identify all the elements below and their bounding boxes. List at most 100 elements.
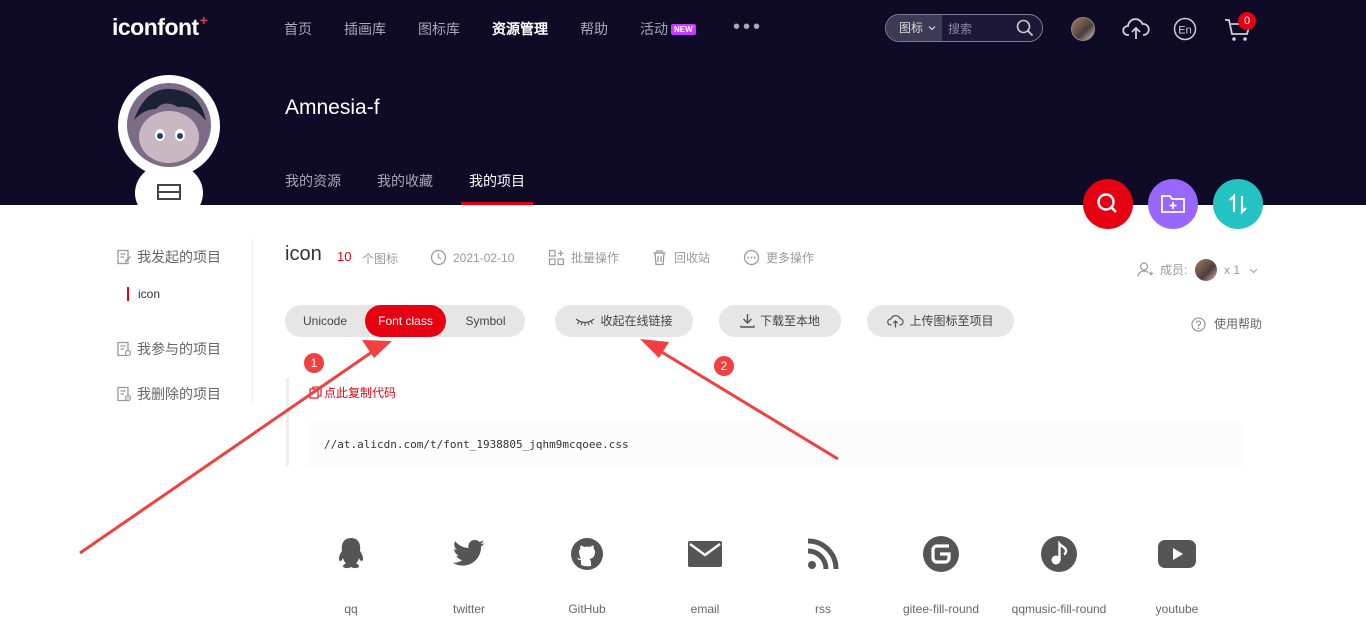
search-input[interactable]	[946, 17, 1020, 41]
tab-my-projects[interactable]: 我的项目	[469, 171, 525, 191]
qq-icon	[338, 538, 364, 569]
tab-symbol[interactable]: Symbol	[446, 305, 525, 337]
members-icon	[1137, 262, 1153, 277]
iconfont-logo[interactable]: iconfont+	[112, 12, 208, 41]
nav-resource-management[interactable]: 资源管理	[492, 19, 548, 39]
tab-unicode[interactable]: Unicode	[285, 305, 365, 337]
icon-card-qq[interactable]: qq	[291, 530, 411, 616]
nav-activity-label: 活动	[640, 21, 668, 37]
add-folder-fab-button[interactable]	[1148, 179, 1198, 229]
annotation-marker-1	[304, 353, 324, 373]
copy-icon	[309, 386, 322, 399]
search-fab-button[interactable]	[1083, 179, 1133, 229]
youtube-icon	[1158, 540, 1196, 568]
icon-card-youtube[interactable]: youtube	[1117, 530, 1237, 616]
annotation-arrow-1-head	[362, 340, 392, 358]
icon-name: GitHub	[568, 602, 606, 616]
more-operations-button[interactable]: 更多操作	[743, 249, 814, 266]
members-count: x 1	[1224, 263, 1241, 277]
nav-icon-library[interactable]: 图标库	[418, 19, 460, 39]
eye-closed-icon	[576, 318, 595, 326]
icon-name: qqmusic-fill-round	[1011, 602, 1107, 616]
profile-avatar	[118, 75, 220, 207]
sidebar-label: 我发起的项目	[137, 249, 221, 265]
icon-card-gitee-fill-round[interactable]: gitee-fill-round	[881, 530, 1001, 616]
icon-card-email[interactable]: email	[645, 530, 765, 616]
upload-cloud-icon	[887, 315, 905, 328]
upload-cloud-icon[interactable]	[1122, 15, 1150, 41]
gitee-fill-round-icon	[923, 536, 959, 572]
nav-help[interactable]: 帮助	[580, 19, 608, 39]
icon-name: qq	[344, 602, 358, 616]
icon-card-twitter[interactable]: twitter	[409, 530, 529, 616]
top-header: iconfont+ 首页 插画库 图标库 资源管理 帮助 活动 NEW ••• 图…	[0, 0, 1366, 207]
qqmusic-fill-round-icon	[1041, 536, 1077, 572]
upload-to-project-button[interactable]: 上传图标至项目	[867, 305, 1014, 337]
icon-card-rss[interactable]: rss	[763, 530, 883, 616]
nav-activity[interactable]: 活动 NEW	[640, 19, 696, 39]
search-icon	[1097, 193, 1117, 213]
help-circle-icon	[1191, 317, 1206, 332]
email-icon	[688, 541, 722, 567]
batch-operation-button[interactable]: 批量操作	[548, 249, 619, 266]
icon-card-qqmusic-fill-round[interactable]: qqmusic-fill-round	[999, 530, 1119, 616]
icon-card-github[interactable]: GitHub	[527, 530, 647, 616]
tab-my-resources[interactable]: 我的资源	[285, 171, 341, 191]
deleted-doc-icon	[117, 386, 132, 402]
trash-icon	[653, 250, 666, 266]
cart-count-badge: 0	[1238, 12, 1256, 30]
project-members[interactable]: 成员: x 1	[1137, 259, 1258, 281]
more-menu-icon[interactable]: •••	[733, 17, 763, 37]
project-date: 2021-02-10	[430, 249, 514, 266]
sidebar-initiated-projects[interactable]: 我发起的项目	[116, 247, 221, 267]
copy-code-link[interactable]: 点此复制代码	[309, 384, 396, 401]
annotation-marker-2	[714, 356, 734, 376]
edit-doc-icon	[117, 249, 132, 265]
search-bar: 图标	[885, 14, 1043, 42]
clock-icon	[430, 249, 447, 266]
user-avatar[interactable]	[1071, 17, 1095, 41]
annotation-marker-1-label: 1	[311, 356, 318, 370]
batch-label: 批量操作	[571, 251, 620, 265]
icon-count: 10	[337, 249, 352, 264]
more-circle-icon	[743, 249, 760, 266]
sidebar-joined-projects[interactable]: 我参与的项目	[116, 339, 221, 359]
code-left-border	[286, 378, 289, 466]
recycle-bin-button[interactable]: 回收站	[651, 249, 710, 266]
sidebar-divider	[252, 238, 253, 403]
icon-name: rss	[815, 602, 831, 616]
github-icon	[571, 538, 603, 570]
collapse-online-link-button[interactable]: 收起在线链接	[555, 305, 693, 337]
icon-name: youtube	[1155, 602, 1199, 616]
download-label: 下载至本地	[759, 314, 820, 328]
active-tab-indicator	[461, 202, 533, 205]
grid-plus-icon	[548, 249, 565, 266]
nav-home[interactable]: 首页	[284, 19, 312, 39]
chevron-down-icon	[1249, 268, 1258, 274]
language-label: En	[1178, 25, 1191, 37]
recycle-label: 回收站	[674, 251, 711, 265]
search-icon[interactable]	[1016, 19, 1034, 37]
nav-illustrations[interactable]: 插画库	[344, 19, 386, 39]
usage-help-link[interactable]: 使用帮助	[1191, 315, 1262, 332]
icon-name: email	[690, 602, 720, 616]
new-badge: NEW	[671, 24, 696, 35]
download-local-button[interactable]: 下载至本地	[719, 305, 841, 337]
sidebar-project-icon[interactable]: icon	[127, 287, 160, 301]
icon-count-unit: 个图标	[362, 252, 399, 266]
members-label: 成员:	[1160, 263, 1188, 277]
project-title: icon	[285, 243, 322, 265]
css-link-url[interactable]: //at.alicdn.com/t/font_1938805_jqhm9mcqo…	[324, 438, 629, 451]
sidebar-deleted-projects[interactable]: 我删除的项目	[116, 384, 221, 404]
tab-my-favorites[interactable]: 我的收藏	[377, 171, 433, 191]
language-icon[interactable]: En	[1173, 17, 1197, 41]
more-label: 更多操作	[766, 251, 815, 265]
search-type-select[interactable]: 图标	[886, 15, 942, 41]
icon-name: gitee-fill-round	[902, 602, 980, 616]
sort-fab-button[interactable]	[1213, 179, 1263, 229]
tab-font-class[interactable]: Font class	[365, 305, 446, 337]
chevron-down-icon	[928, 26, 936, 31]
sort-icon	[1229, 193, 1247, 215]
joined-doc-icon	[117, 341, 132, 357]
member-avatar	[1194, 259, 1217, 281]
